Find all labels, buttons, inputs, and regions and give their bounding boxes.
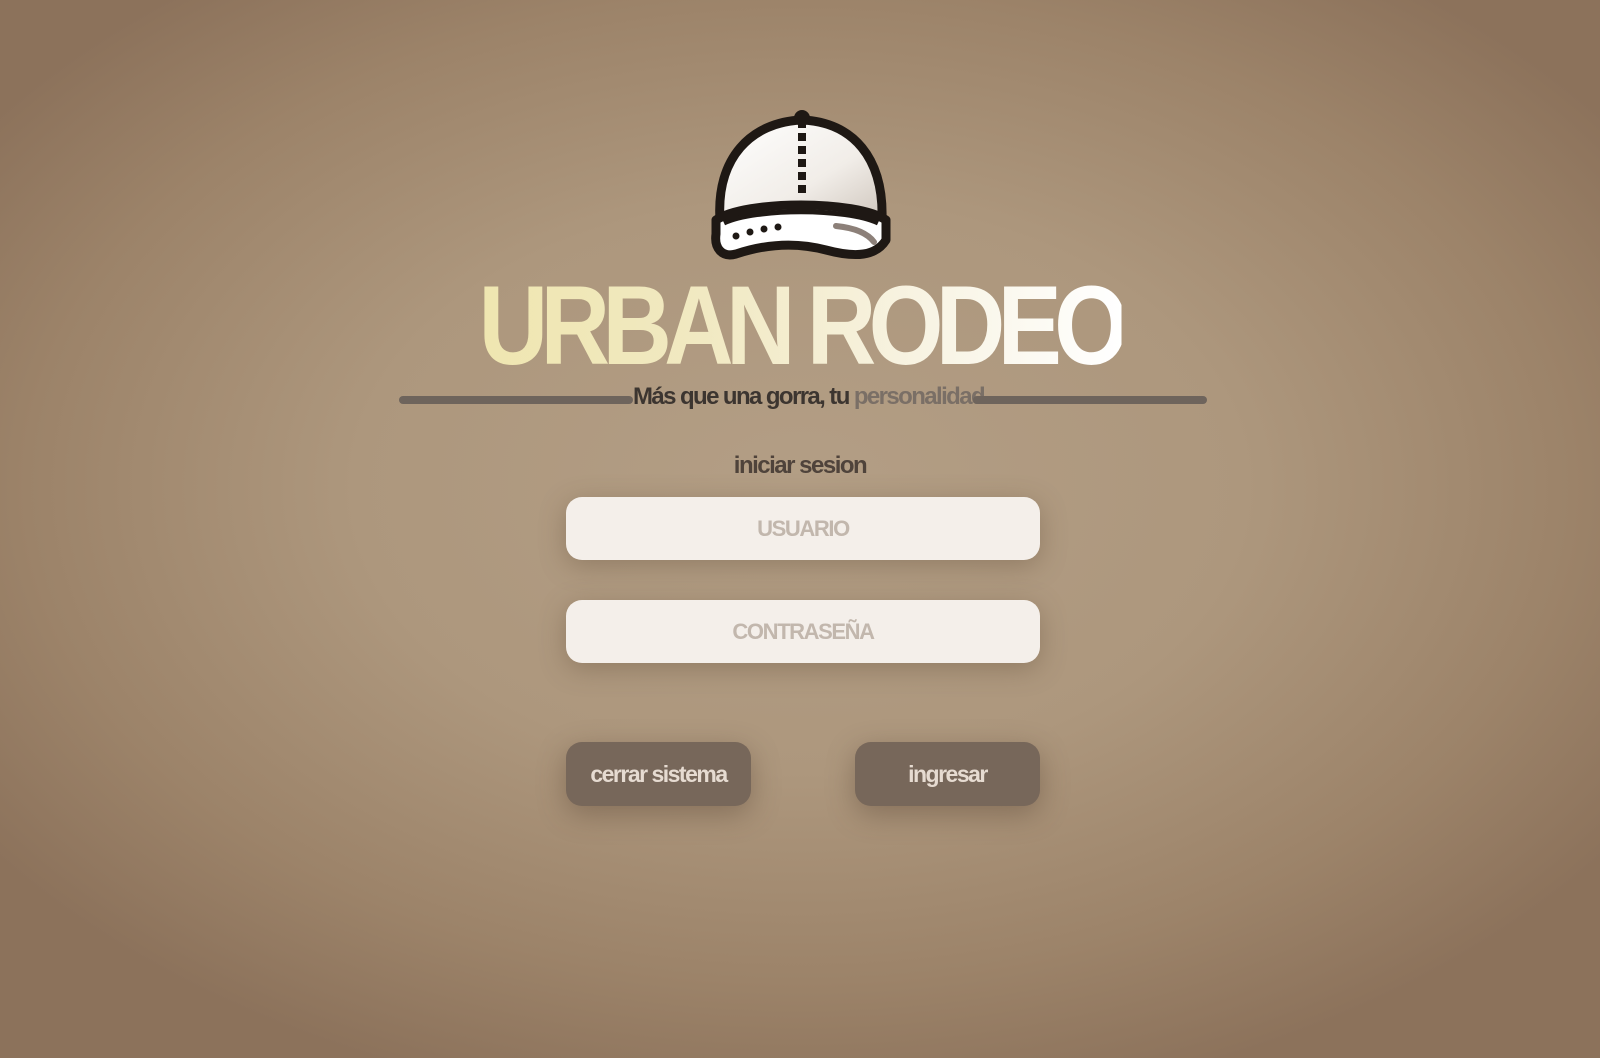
tagline-text: Más que una gorra, tu [633, 383, 854, 410]
login-submit-button[interactable]: ingresar [855, 742, 1040, 806]
brand-name: URBAN RODEO [478, 263, 1129, 388]
baseball-cap-icon [706, 108, 896, 266]
password-field-wrapper [566, 600, 1040, 663]
tagline-divider-left [399, 396, 633, 404]
brand-title: URBAN RODEO [112, 266, 1488, 386]
close-system-button[interactable]: cerrar sistema [566, 742, 751, 806]
login-heading: iniciar sesion [733, 452, 868, 479]
tagline-divider-right [973, 396, 1207, 404]
username-field-wrapper [566, 497, 1040, 560]
password-input[interactable] [566, 600, 1040, 663]
tagline: Más que una gorra, tu personalidad [633, 383, 986, 411]
login-screen: URBAN RODEO Más que una gorra, tu person… [0, 0, 1600, 1058]
tagline-highlight: personalidad [853, 383, 986, 410]
username-input[interactable] [566, 497, 1040, 560]
